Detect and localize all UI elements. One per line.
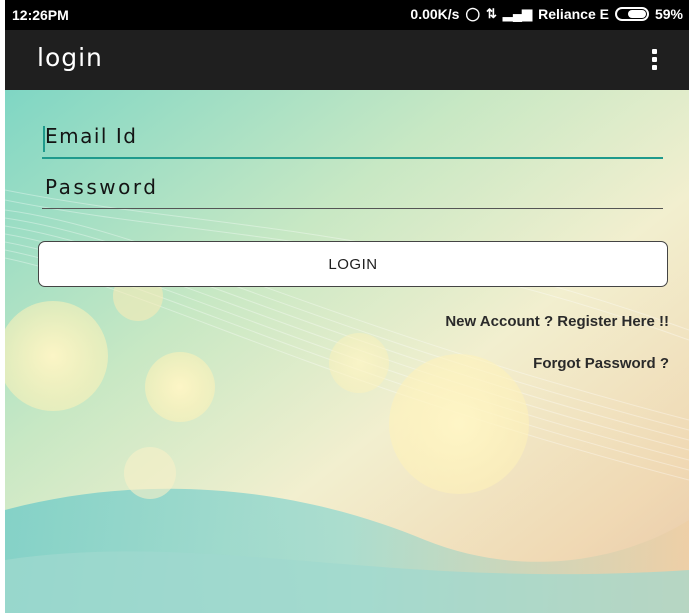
alarm-off-icon: ◯	[465, 6, 481, 21]
network-speed: 0.00K/s	[410, 6, 460, 22]
app-bar: login	[5, 30, 689, 90]
status-bar: 12:26PM 0.00K/s ◯ ⇅ ▂▄▆ Reliance E 59%	[5, 0, 689, 30]
status-indicators: 0.00K/s ◯ ⇅ ▂▄▆ Reliance E 59%	[410, 6, 683, 22]
register-link[interactable]: New Account ? Register Here !!	[445, 313, 669, 330]
signal-icon: ▂▄▆	[502, 6, 533, 21]
login-content: LOGIN New Account ? Register Here !! For…	[5, 90, 689, 613]
carrier-name: Reliance E	[538, 6, 609, 22]
battery-percent: 59%	[654, 6, 683, 22]
email-field[interactable]	[42, 115, 663, 159]
status-time: 12:26PM	[12, 7, 69, 23]
phone-screen: 12:26PM 0.00K/s ◯ ⇅ ▂▄▆ Reliance E 59% l…	[5, 0, 689, 613]
battery-level	[628, 10, 646, 18]
data-transfer-icon: ⇅	[486, 6, 497, 21]
forgot-password-link[interactable]: Forgot Password ?	[533, 355, 669, 372]
text-cursor	[43, 126, 45, 152]
password-field[interactable]	[42, 165, 663, 209]
overflow-menu-icon[interactable]	[650, 49, 658, 71]
page-title: login	[37, 43, 103, 72]
login-button[interactable]: LOGIN	[38, 241, 668, 287]
battery-icon	[614, 7, 649, 21]
